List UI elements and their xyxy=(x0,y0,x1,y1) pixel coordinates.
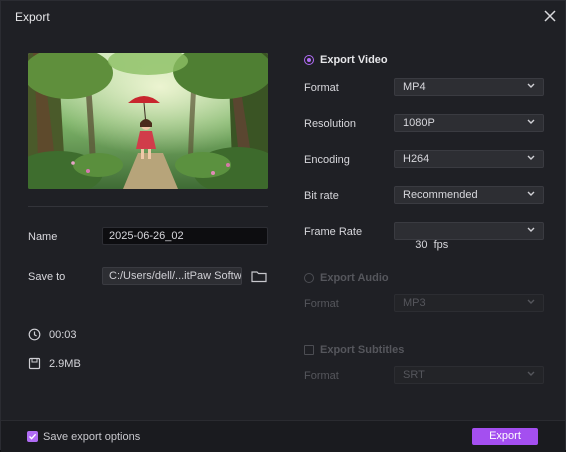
subtitle-format-value: SRT xyxy=(403,369,425,381)
export-audio-radio[interactable] xyxy=(304,273,314,283)
frame-rate-label: Frame Rate xyxy=(304,226,363,238)
name-label: Name xyxy=(28,231,58,243)
encoding-value: H264 xyxy=(403,153,430,165)
save-path-field[interactable]: C:/Users/dell/...itPaw Software xyxy=(102,267,242,285)
encoding-label: Encoding xyxy=(304,154,350,166)
export-audio-option[interactable]: Export Audio xyxy=(304,272,389,284)
save-options-label: Save export options xyxy=(43,431,141,443)
audio-format-value: MP3 xyxy=(403,297,426,309)
save-to-label: Save to xyxy=(28,271,66,283)
export-subtitles-option[interactable]: Export Subtitles xyxy=(304,344,404,356)
chevron-down-icon xyxy=(527,371,535,376)
section-divider xyxy=(28,206,268,207)
bitrate-value: Recommended xyxy=(403,189,478,201)
dialog-title: Export xyxy=(15,10,50,24)
subtitle-format-label: Format xyxy=(304,370,339,382)
duration-text: 00:03 xyxy=(49,329,77,341)
export-dialog: Export Name 2025-06-26_02 Save to C:/Use… xyxy=(0,0,566,452)
encoding-select[interactable]: H264 xyxy=(394,150,544,168)
audio-format-label: Format xyxy=(304,298,339,310)
bitrate-select[interactable]: Recommended xyxy=(394,186,544,204)
frame-rate-select[interactable]: 30 fps xyxy=(394,222,544,251)
bitrate-label: Bit rate xyxy=(304,190,339,202)
frame-rate-value: 30 fps xyxy=(415,239,449,251)
audio-format-select[interactable]: MP3 xyxy=(394,294,544,312)
checkmark-icon xyxy=(29,433,37,440)
subtitle-format-select[interactable]: SRT xyxy=(394,366,544,384)
folder-icon[interactable] xyxy=(251,269,267,283)
export-video-label: Export Video xyxy=(320,54,388,66)
file-size-text: 2.9MB xyxy=(49,358,81,370)
chevron-down-icon xyxy=(527,155,535,160)
format-select[interactable]: MP4 xyxy=(394,78,544,96)
file-size-icon xyxy=(28,357,41,370)
video-preview-thumbnail xyxy=(28,53,268,189)
clock-icon xyxy=(28,328,41,341)
export-video-radio[interactable] xyxy=(304,55,314,65)
close-icon[interactable] xyxy=(541,7,559,25)
export-audio-label: Export Audio xyxy=(320,272,389,284)
resolution-value: 1080P xyxy=(403,117,435,129)
export-subtitles-checkbox[interactable] xyxy=(304,345,314,355)
format-value: MP4 xyxy=(403,81,426,93)
resolution-select[interactable]: 1080P xyxy=(394,114,544,132)
dialog-footer: Save export options Export xyxy=(1,420,565,452)
resolution-label: Resolution xyxy=(304,118,356,130)
chevron-down-icon xyxy=(527,119,535,124)
export-video-option[interactable]: Export Video xyxy=(304,54,388,66)
name-input[interactable] xyxy=(102,227,268,245)
chevron-down-icon xyxy=(527,191,535,196)
format-label: Format xyxy=(304,82,339,94)
export-subtitles-label: Export Subtitles xyxy=(320,344,405,356)
title-bar: Export xyxy=(1,1,565,31)
export-button[interactable]: Export xyxy=(472,428,538,445)
chevron-down-icon xyxy=(527,83,535,88)
save-options-checkbox[interactable] xyxy=(27,431,38,442)
chevron-down-icon xyxy=(527,227,535,232)
chevron-down-icon xyxy=(527,299,535,304)
